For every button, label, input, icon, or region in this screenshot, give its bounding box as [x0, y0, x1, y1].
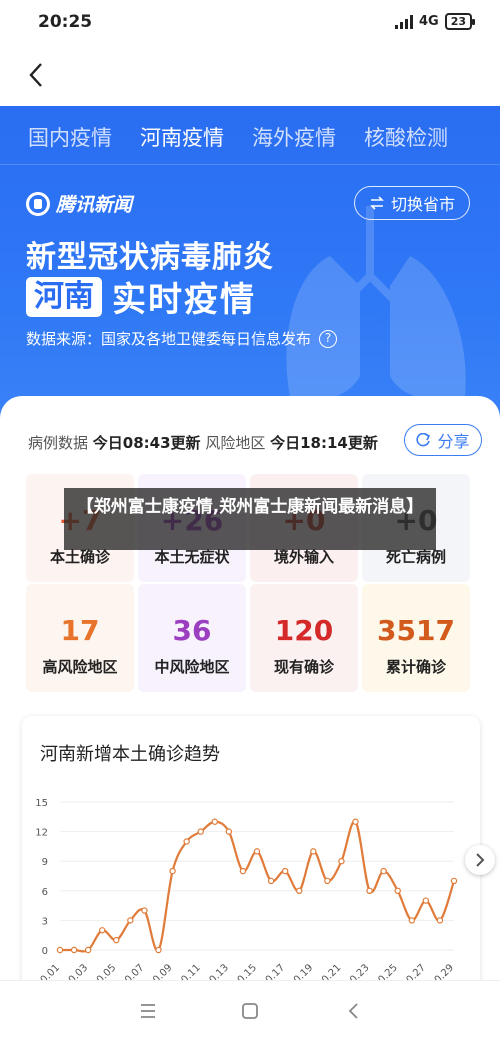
stat-label: 高风险地区 [42, 658, 118, 676]
risk-area-label: 风险地区 [205, 434, 266, 452]
data-source: 数据来源：国家及各地卫健委每日信息发布 ? [26, 328, 338, 349]
system-nav-bar [0, 980, 500, 1040]
data-point [84, 946, 92, 954]
stat-label: 累计确诊 [385, 658, 446, 676]
stat-value: 36 [172, 614, 212, 647]
data-point [394, 887, 401, 894]
update-info: 病例数据 今日08:43更新 风险地区 今日18:14更新 [28, 432, 378, 453]
data-point [296, 887, 303, 894]
data-source-text: 数据来源：国家及各地卫健委每日信息发布 [26, 330, 312, 348]
data-point [422, 897, 430, 904]
tencent-news-logo: 腾讯新闻 [26, 190, 132, 217]
signal-icon [394, 14, 413, 29]
y-tick-label: 3 [42, 916, 48, 927]
stat-cell: 3517 累计确诊 [362, 584, 470, 692]
data-point [324, 877, 331, 885]
data-point [408, 917, 415, 924]
stat-cell: 36 中风险地区 [138, 584, 246, 692]
y-tick-label: 9 [42, 857, 48, 868]
logo-text: 腾讯新闻 [56, 194, 133, 216]
data-point [70, 946, 78, 954]
case-data-label: 病例数据 [28, 434, 89, 452]
data-point [436, 917, 444, 924]
header-banner: 国内疫情 河南疫情 海外疫情 核酸检测 腾讯新闻 切换省市 新型冠状病毒肺炎 河… [0, 106, 500, 426]
back-arrow-icon[interactable] [22, 60, 52, 90]
menu-icon[interactable] [136, 999, 160, 1023]
trend-line-chart: 0369121510.01 10.03 10.05 10.07 10.09 10.11 10… [34, 798, 458, 990]
data-point [281, 867, 289, 875]
y-tick-label: 0 [42, 946, 48, 957]
data-point [380, 867, 387, 875]
tab-overseas[interactable]: 海外疫情 [252, 122, 336, 152]
headline: 新型冠状病毒肺炎 [26, 240, 274, 275]
chart-next-button[interactable] [465, 845, 495, 875]
page-title: 实时疫情 [112, 280, 256, 320]
status-time: 20:25 [38, 12, 93, 32]
data-point [310, 848, 317, 855]
y-tick-label: 6 [42, 887, 48, 898]
stat-value: 3517 [377, 614, 455, 647]
share-icon [416, 432, 431, 446]
data-point [197, 828, 204, 835]
home-icon[interactable] [238, 999, 262, 1023]
network-label: 4G [418, 14, 439, 29]
tab-divider [0, 164, 500, 165]
tab-henan[interactable]: 河南疫情 [140, 122, 224, 152]
trend-chart-card: 河南新增本土确诊趋势 0 3 6 9 12 15 10.01 10.03 10.05 10.07 1… [22, 716, 480, 996]
data-point [113, 936, 120, 944]
back-nav-icon[interactable] [342, 999, 366, 1023]
stat-cell: 120 现有确诊 [250, 584, 358, 692]
tab-nucleic-test[interactable]: 核酸检测 [364, 122, 448, 152]
case-update-time: 今日08:43更新 [92, 434, 201, 452]
swap-icon [370, 196, 384, 210]
data-point [183, 838, 190, 845]
status-bar: 20:25 4G 23 [0, 0, 500, 44]
data-point [155, 946, 162, 954]
battery-icon: 23 [444, 13, 476, 30]
data-point [211, 818, 218, 825]
help-icon[interactable]: ? [319, 329, 338, 348]
data-point [338, 857, 345, 865]
data-point [352, 818, 359, 825]
data-point [127, 917, 134, 924]
data-point [225, 828, 233, 835]
switch-region-button[interactable]: 切换省市 [353, 186, 470, 220]
region-badge: 河南 [26, 276, 102, 317]
chevron-right-icon [476, 853, 485, 867]
stat-cell: 17 高风险地区 [26, 584, 134, 692]
data-point [450, 877, 458, 885]
switch-region-label: 切换省市 [390, 195, 455, 214]
lungs-illustration [286, 206, 466, 400]
tencent-news-logo-icon [26, 191, 50, 216]
status-icons: 4G 23 [394, 13, 476, 30]
share-label: 分享 [437, 432, 470, 451]
data-point [141, 907, 148, 914]
news-overlay-banner: 【郑州富士康疫情,郑州富士康新闻最新消息】 [64, 488, 436, 550]
y-tick-label: 12 [35, 828, 48, 839]
data-point [56, 946, 64, 954]
share-button[interactable]: 分享 [404, 424, 482, 456]
stat-value: 17 [60, 614, 100, 647]
region-tabs: 国内疫情 河南疫情 海外疫情 核酸检测 [28, 122, 476, 152]
stat-value: 120 [274, 614, 334, 647]
region-title-row: 河南 实时疫情 [26, 272, 256, 321]
data-point [366, 887, 373, 894]
stat-label: 现有确诊 [273, 658, 334, 676]
data-point [239, 867, 247, 875]
risk-update-time: 今日18:14更新 [270, 434, 378, 452]
data-point [267, 877, 275, 885]
nav-bar [0, 44, 500, 106]
data-point [169, 867, 176, 875]
stat-label: 中风险地区 [154, 658, 230, 676]
tab-domestic[interactable]: 国内疫情 [28, 122, 112, 152]
data-point [253, 848, 261, 855]
data-point [99, 927, 106, 934]
y-tick-label: 15 [35, 798, 48, 809]
series-line [60, 820, 456, 953]
